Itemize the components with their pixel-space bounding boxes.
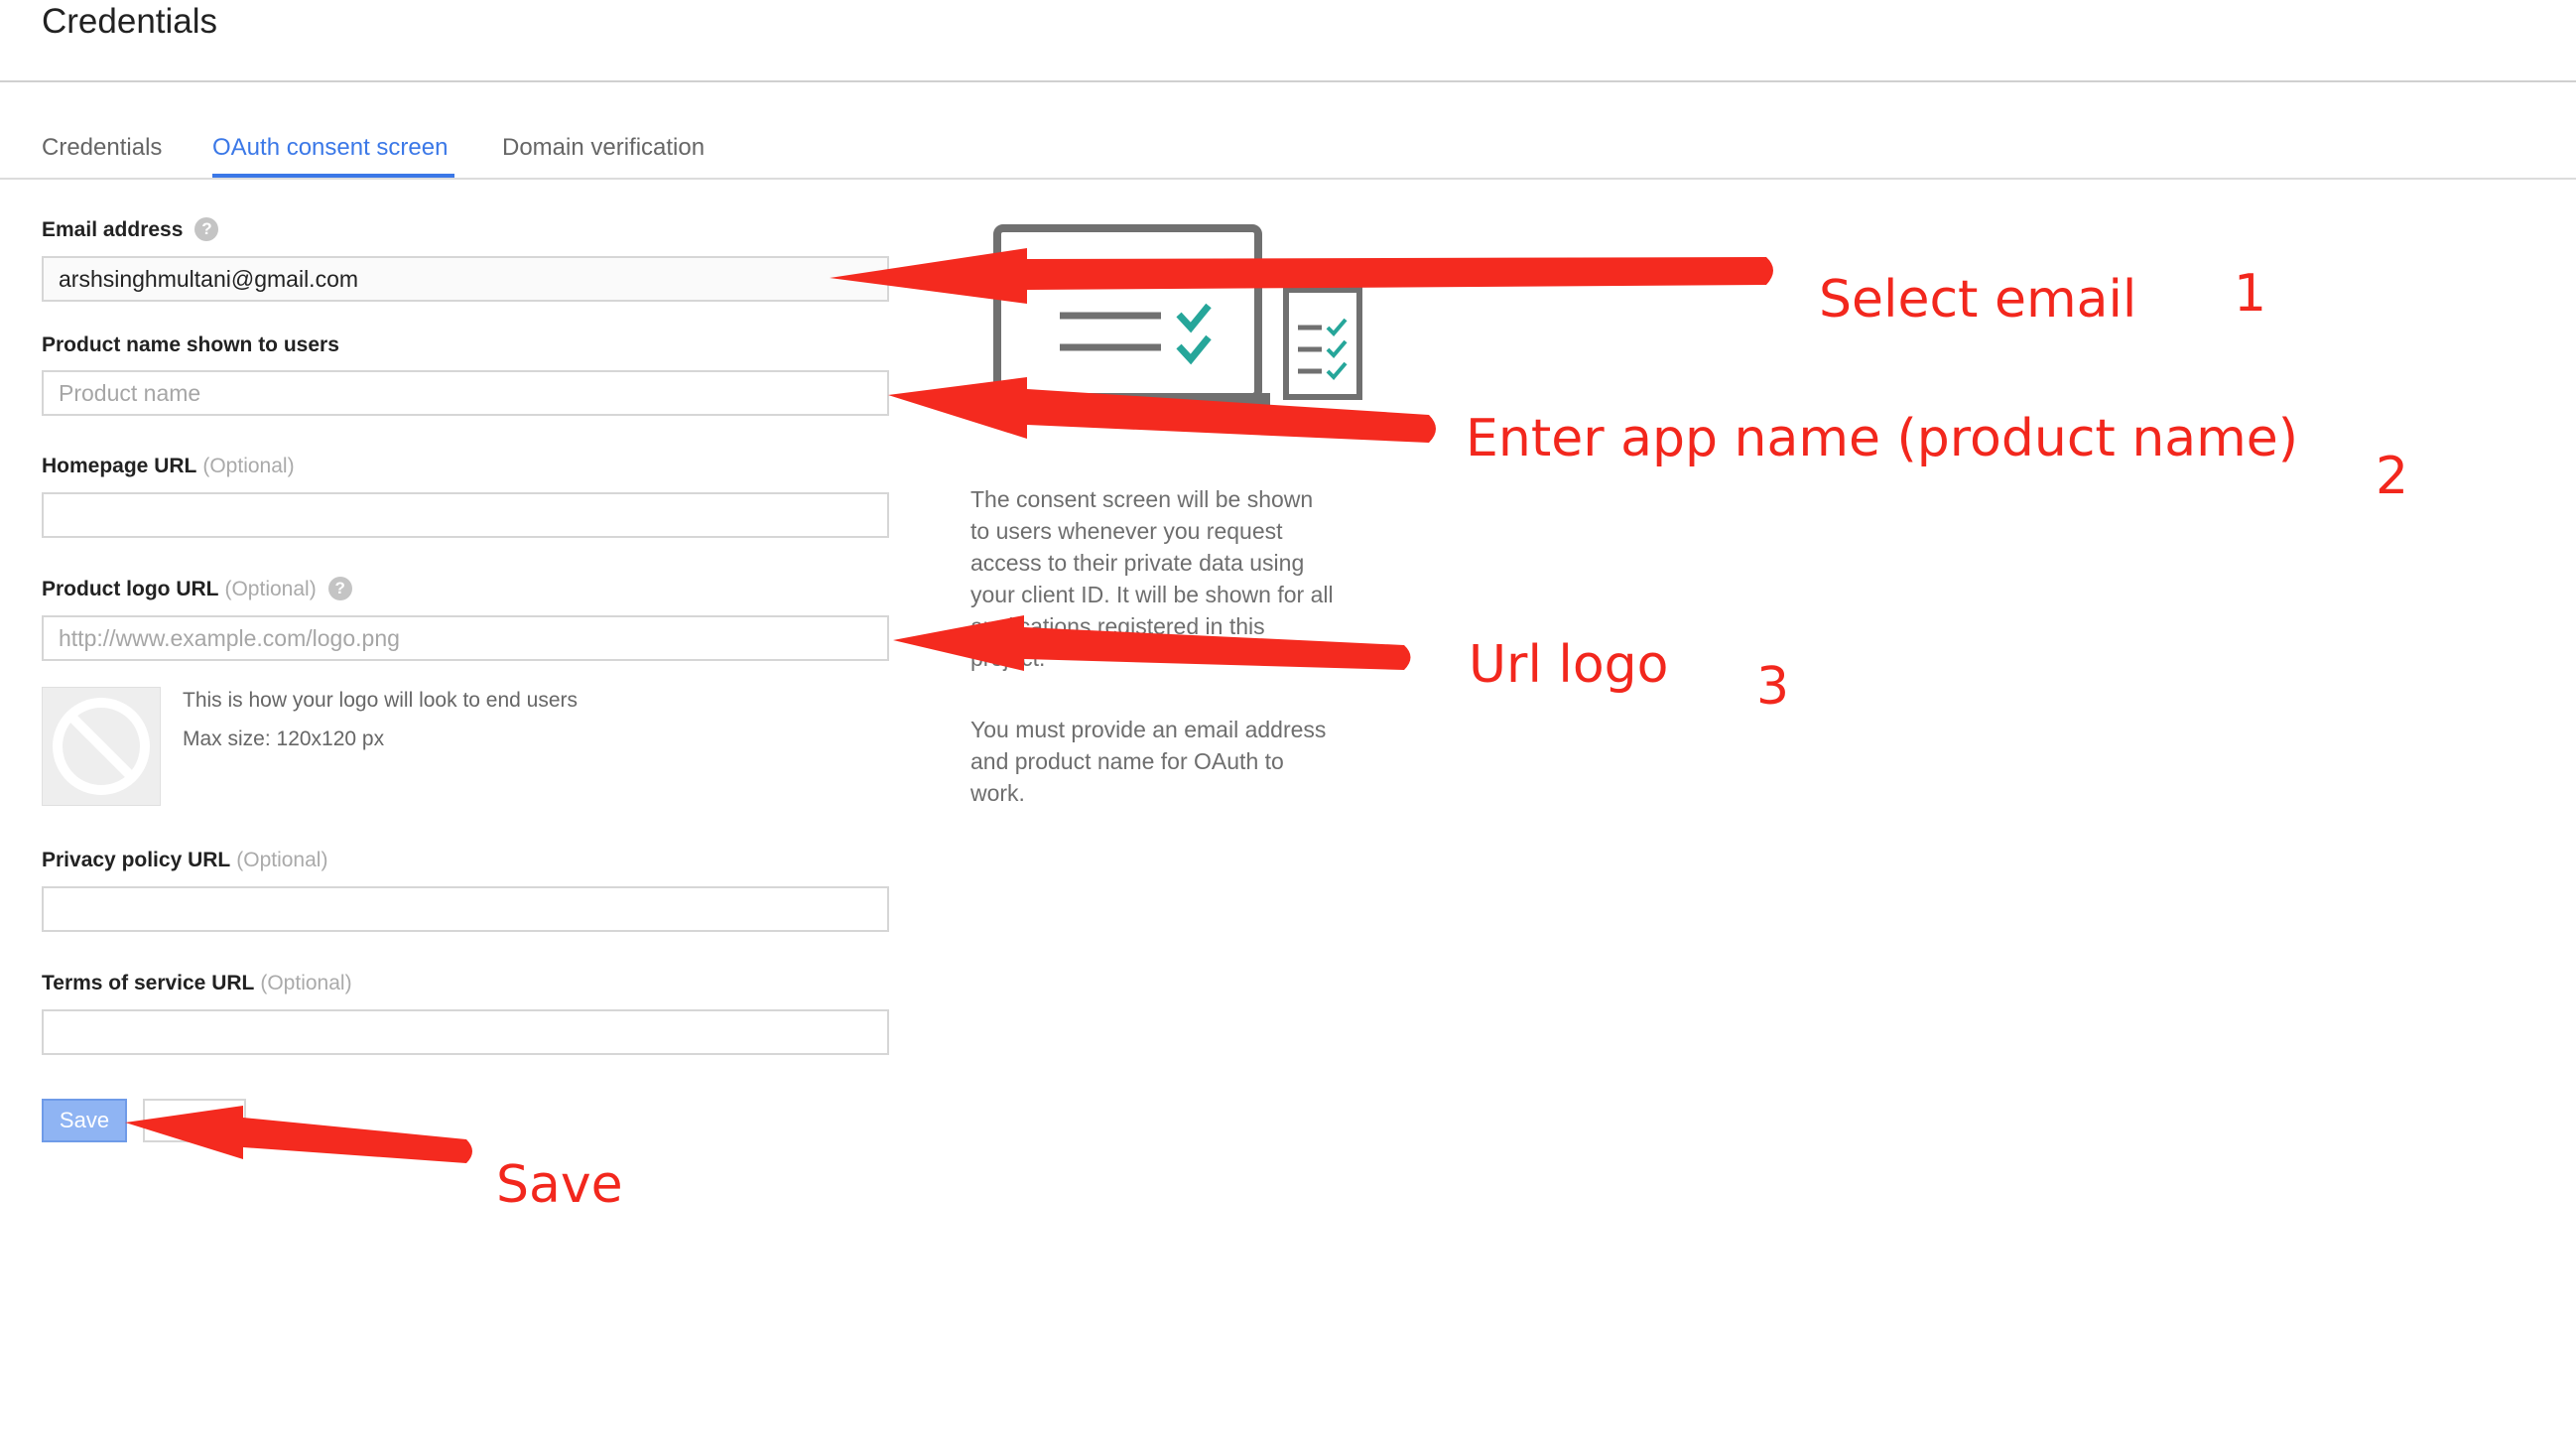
email-label-text: Email address bbox=[42, 218, 184, 241]
info-line: access to their private data using bbox=[970, 550, 1305, 576]
annotation-url-logo: Url logo bbox=[1469, 635, 1669, 695]
help-circle-icon[interactable]: ? bbox=[327, 577, 352, 600]
privacy-policy-url-label-text: Privacy policy URL bbox=[42, 849, 231, 871]
product-logo-url-label-text: Product logo URL bbox=[42, 578, 219, 600]
optional-tag: (Optional) bbox=[236, 849, 328, 871]
homepage-url-input[interactable] bbox=[42, 492, 889, 538]
annotation-number: 2 bbox=[2376, 447, 2409, 506]
info-line: work. bbox=[970, 780, 1025, 806]
email-select-value: arshsinghmultani@gmail.com bbox=[59, 266, 359, 292]
terms-of-service-url-label-text: Terms of service URL bbox=[42, 972, 255, 994]
save-button[interactable]: Save bbox=[42, 1099, 127, 1142]
help-circle-icon[interactable]: ? bbox=[194, 217, 219, 241]
logo-max-size-note: Max size: 120x120 px bbox=[183, 728, 385, 750]
page-title: Credentials bbox=[42, 2, 218, 41]
tab-credentials[interactable]: Credentials bbox=[42, 131, 162, 165]
terms-of-service-url-label: Terms of service URL (Optional) bbox=[42, 969, 352, 998]
product-name-input[interactable] bbox=[42, 370, 889, 416]
email-select[interactable]: arshsinghmultani@gmail.com bbox=[42, 256, 889, 302]
homepage-url-label-text: Homepage URL bbox=[42, 455, 197, 477]
homepage-url-label: Homepage URL (Optional) bbox=[42, 452, 295, 481]
annotation-save: Save bbox=[496, 1155, 623, 1215]
info-line: and product name for OAuth to bbox=[970, 748, 1284, 774]
optional-tag: (Optional) bbox=[202, 455, 295, 477]
annotation-number: 1 bbox=[2234, 264, 2267, 324]
arrow-icon bbox=[888, 377, 1436, 443]
annotation-enter-app-name: Enter app name (product name) bbox=[1466, 409, 2299, 468]
annotation-select-email: Select email bbox=[1819, 270, 2137, 330]
info-line: You must provide an email address bbox=[970, 717, 1327, 742]
privacy-policy-url-label: Privacy policy URL (Optional) bbox=[42, 846, 327, 875]
tab-domain-verification[interactable]: Domain verification bbox=[502, 131, 705, 165]
arrow-icon bbox=[830, 248, 1773, 304]
logo-preview-note: This is how your logo will look to end u… bbox=[183, 689, 579, 712]
annotation-number: 3 bbox=[1756, 657, 1790, 717]
tabs-divider bbox=[0, 178, 2576, 180]
info-requirement-paragraph: You must provide an email address and pr… bbox=[970, 714, 1387, 809]
terms-of-service-url-input[interactable] bbox=[42, 1009, 889, 1055]
optional-tag: (Optional) bbox=[260, 972, 352, 994]
no-image-icon bbox=[53, 698, 150, 795]
info-line: your client ID. It will be shown for all bbox=[970, 582, 1334, 607]
info-line: The consent screen will be shown bbox=[970, 486, 1314, 512]
info-paragraph: The consent screen will be shown to user… bbox=[970, 483, 1387, 674]
info-line: applications registered in this bbox=[970, 613, 1265, 639]
cancel-button[interactable] bbox=[143, 1099, 246, 1142]
product-logo-url-label: Product logo URL (Optional)? bbox=[42, 575, 352, 604]
email-label: Email address? bbox=[42, 215, 219, 245]
info-line: to users whenever you request bbox=[970, 518, 1283, 544]
privacy-policy-url-input[interactable] bbox=[42, 886, 889, 932]
info-line: project. bbox=[970, 645, 1046, 671]
product-logo-url-input[interactable] bbox=[42, 615, 889, 661]
optional-tag: (Optional) bbox=[224, 578, 317, 600]
dropdown-caret-icon bbox=[861, 276, 875, 283]
logo-preview bbox=[42, 687, 161, 806]
tab-oauth-consent-screen[interactable]: OAuth consent screen bbox=[212, 131, 448, 165]
header-divider bbox=[0, 80, 2576, 82]
product-name-label: Product name shown to users bbox=[42, 333, 339, 356]
